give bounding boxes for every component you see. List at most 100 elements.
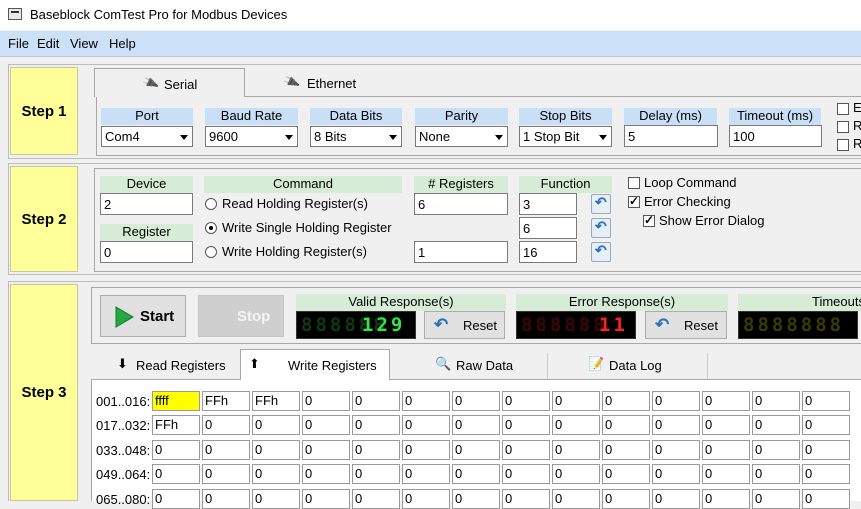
register-cell[interactable]: 0 [802,489,850,509]
register-cell[interactable]: 0 [752,415,800,435]
write-registers-count[interactable]: 1 [414,241,508,263]
register-cell[interactable]: 0 [352,415,400,435]
register-cell[interactable]: 0 [502,489,550,509]
port-select[interactable]: Com4 [101,126,193,147]
register-cell[interactable]: 0 [302,391,350,411]
register-cell[interactable]: FFh [252,391,300,411]
register-input[interactable]: 0 [100,241,193,263]
register-cell[interactable]: 0 [802,440,850,460]
register-cell[interactable]: ffff [152,391,200,411]
tab-data-log[interactable]: 📝 Data Log [548,353,708,379]
register-cell[interactable]: 0 [352,391,400,411]
register-cell[interactable]: 0 [452,489,500,509]
register-cell[interactable]: 0 [202,415,250,435]
error-checking-checkbox[interactable] [628,194,640,208]
register-cell[interactable]: 0 [702,440,750,460]
register-cell[interactable]: 0 [652,440,700,460]
register-cell[interactable]: 0 [152,489,200,509]
register-cell[interactable]: 0 [552,440,600,460]
register-cell[interactable]: 0 [702,415,750,435]
register-cell[interactable]: 0 [602,440,650,460]
function-write-single[interactable]: 6 [519,217,577,239]
register-cell[interactable]: 0 [352,464,400,484]
register-cell[interactable]: 0 [802,391,850,411]
function-write-multiple[interactable]: 16 [519,241,577,263]
register-cell[interactable]: 0 [652,415,700,435]
timeout-input[interactable]: 100 [729,125,822,147]
register-cell[interactable]: 0 [202,489,250,509]
register-cell[interactable]: 0 [302,464,350,484]
baud-select[interactable]: 9600 [205,126,298,147]
register-cell[interactable]: 0 [152,440,200,460]
parity-select[interactable]: None [415,126,508,147]
function-read[interactable]: 3 [519,193,577,215]
register-cell[interactable]: 0 [202,440,250,460]
register-cell[interactable]: 0 [452,415,500,435]
register-cell[interactable]: 0 [752,464,800,484]
start-button[interactable]: Start [100,295,186,337]
register-cell[interactable]: 0 [352,489,400,509]
register-cell[interactable]: 0 [552,489,600,509]
register-cell[interactable]: 0 [602,464,650,484]
register-cell[interactable]: 0 [202,464,250,484]
register-cell[interactable]: 0 [402,415,450,435]
error-reset-button[interactable]: ↶ Reset [645,311,727,339]
side-checkbox-3[interactable] [837,139,849,151]
menu-edit[interactable]: Edit [37,36,59,51]
tab-read-registers[interactable]: ⬇ Read Registers [93,353,240,379]
register-cell[interactable]: 0 [452,440,500,460]
register-cell[interactable]: 0 [302,415,350,435]
radio-write-holding[interactable] [205,246,217,258]
tab-serial[interactable]: 🔌 Serial [94,68,245,97]
register-cell[interactable]: 0 [552,464,600,484]
register-cell[interactable]: 0 [802,415,850,435]
register-cell[interactable]: 0 [502,440,550,460]
register-cell[interactable]: 0 [252,415,300,435]
register-cell[interactable]: 0 [752,440,800,460]
valid-reset-button[interactable]: ↶ Reset [424,311,505,339]
register-cell[interactable]: 0 [352,440,400,460]
stop-button[interactable]: Stop [198,295,284,337]
menu-help[interactable]: Help [109,36,136,51]
register-cell[interactable]: 0 [402,440,450,460]
register-cell[interactable]: 0 [152,464,200,484]
register-cell[interactable]: 0 [252,464,300,484]
menu-file[interactable]: File [8,36,29,51]
register-cell[interactable]: 0 [652,464,700,484]
register-cell[interactable]: FFh [152,415,200,435]
menu-view[interactable]: View [70,36,98,51]
reset-function-button-3[interactable]: ↶ [591,242,611,262]
register-cell[interactable]: FFh [202,391,250,411]
register-cell[interactable]: 0 [602,391,650,411]
loop-command-checkbox[interactable] [628,177,640,189]
register-cell[interactable]: 0 [502,464,550,484]
read-registers-count[interactable]: 6 [414,193,508,215]
register-cell[interactable]: 0 [302,489,350,509]
register-cell[interactable]: 0 [652,391,700,411]
register-cell[interactable]: 0 [652,489,700,509]
register-cell[interactable]: 0 [702,464,750,484]
register-cell[interactable]: 0 [602,415,650,435]
register-cell[interactable]: 0 [302,440,350,460]
reset-function-button-2[interactable]: ↶ [591,218,611,238]
show-error-dialog-checkbox[interactable] [643,213,655,227]
tab-write-registers[interactable]: ⬆ Write Registers [240,349,390,381]
delay-input[interactable]: 5 [624,125,718,147]
register-cell[interactable]: 0 [452,464,500,484]
side-checkbox-2[interactable] [837,121,849,133]
register-cell[interactable]: 0 [802,464,850,484]
register-cell[interactable]: 0 [602,489,650,509]
register-cell[interactable]: 0 [752,489,800,509]
register-cell[interactable]: 0 [402,464,450,484]
register-cell[interactable]: 0 [502,391,550,411]
register-cell[interactable]: 0 [252,489,300,509]
tab-ethernet[interactable]: 🔌 Ethernet [246,70,386,95]
radio-read-holding[interactable] [205,198,217,210]
tab-raw-data[interactable]: 🔍 Raw Data [390,353,548,379]
reset-function-button-1[interactable]: ↶ [591,194,611,214]
register-cell[interactable]: 0 [752,391,800,411]
register-cell[interactable]: 0 [702,391,750,411]
register-cell[interactable]: 0 [452,391,500,411]
register-cell[interactable]: 0 [402,391,450,411]
stopbits-select[interactable]: 1 Stop Bit [519,126,612,147]
